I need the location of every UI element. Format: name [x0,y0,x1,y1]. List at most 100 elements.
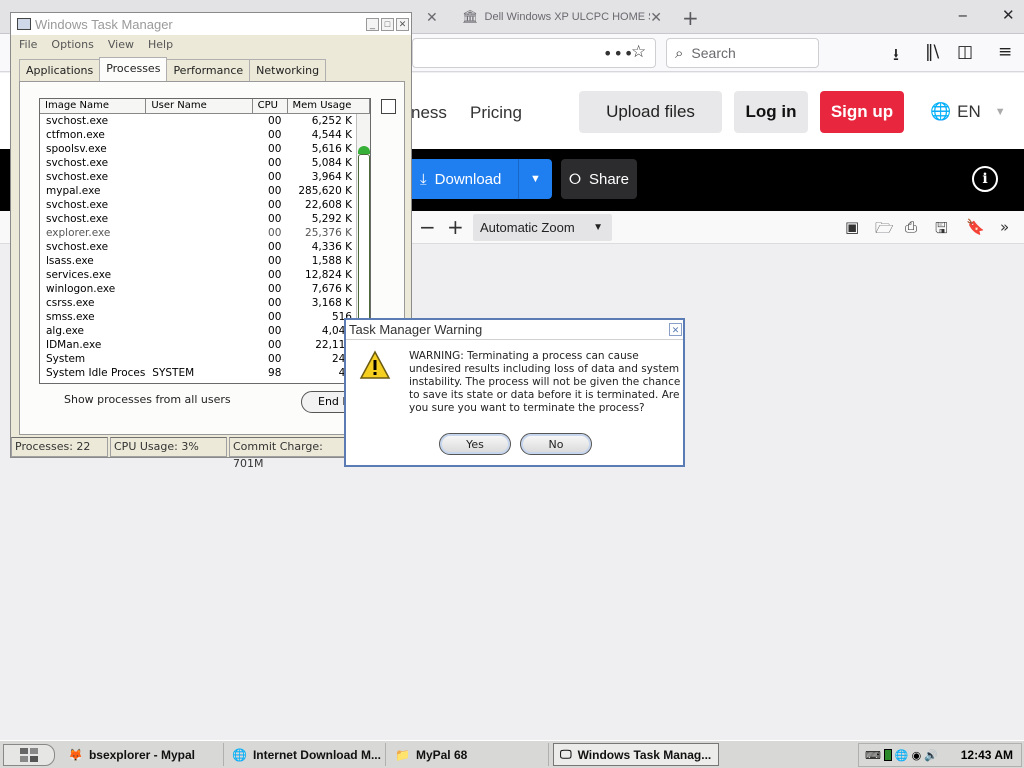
taskbar-item-idm[interactable]: 🌐 Internet Download M... [226,743,386,766]
status-cpu-usage: CPU Usage: 3% [110,437,227,457]
sidebar-icon[interactable]: ◫ [957,42,973,62]
column-image-name[interactable]: Image Name [40,99,147,113]
network-icon[interactable]: 🌐 [895,749,909,762]
process-row[interactable]: explorer.exe 00 25,376 K [40,226,370,240]
chevron-down-icon: ▼ [994,106,1006,118]
minimize-icon[interactable]: _ [366,17,379,31]
scrollbar-thumb[interactable] [358,154,370,330]
maximize-icon[interactable]: □ [381,17,394,31]
presentation-mode-icon[interactable]: ▣ [845,218,859,236]
search-icon: ⌕ [675,44,684,62]
process-row[interactable]: spoolsv.exe 00 5,616 K [40,142,370,156]
start-button[interactable] [3,744,55,766]
close-tab-icon[interactable]: ✕ [426,9,438,26]
close-icon[interactable]: ✕ [669,323,682,336]
process-row[interactable]: System 00 240 [40,352,370,366]
dialog-titlebar[interactable]: Task Manager Warning ✕ [346,320,683,340]
status-processes: Processes: 22 [11,437,108,457]
taskbar-item-folder[interactable]: 📁 MyPal 68 [389,743,549,766]
nav-link-pricing[interactable]: Pricing [470,103,522,123]
downloads-icon[interactable]: ⭳ [893,42,899,71]
globe-icon: 🌐 [930,102,952,121]
process-row[interactable]: csrss.exe 00 3,168 K [40,296,370,310]
process-row[interactable]: ctfmon.exe 00 4,544 K [40,128,370,142]
more-tools-icon[interactable]: » [1000,218,1009,236]
browser-tab-close-prev[interactable]: ✕ [418,2,442,32]
process-user [146,212,252,226]
menu-help[interactable]: Help [148,38,173,51]
download-options-chevron-icon[interactable]: ▼ [518,159,552,199]
process-row[interactable]: System Idle ProcessSYSTEM9840 [40,366,370,380]
process-row[interactable]: svchost.exe 00 22,608 K [40,198,370,212]
language-selector[interactable]: 🌐 EN ▼ [930,102,1006,122]
column-select-box[interactable] [381,99,396,114]
close-tab-icon[interactable]: ✕ [650,9,662,26]
process-row[interactable]: mypal.exe 00 285,620 K [40,184,370,198]
close-icon[interactable]: ✕ [396,17,409,31]
zoom-in-button[interactable]: + [447,215,464,239]
page-actions-icon[interactable]: ••• [603,44,634,63]
process-list-header: Image Name User Name CPU Mem Usage [40,99,370,114]
menu-file[interactable]: File [19,38,37,51]
minimize-icon[interactable]: ‒ [958,6,968,24]
search-input[interactable]: ⌕ Search [666,38,819,68]
process-row[interactable]: lsass.exe 00 1,588 K [40,254,370,268]
bookmark-icon[interactable]: 🔖 [966,218,985,236]
tab-processes[interactable]: Processes [99,57,168,81]
menu-icon[interactable]: ≡ [998,42,1012,62]
login-button[interactable]: Log in [734,91,808,133]
process-row[interactable]: svchost.exe 00 3,964 K [40,170,370,184]
process-row[interactable]: svchost.exe 00 5,084 K [40,156,370,170]
new-tab-button[interactable]: + [682,6,699,30]
column-cpu[interactable]: CPU [253,99,288,113]
process-row[interactable]: svchost.exe 00 4,336 K [40,240,370,254]
process-row[interactable]: svchost.exe 00 6,252 K [40,114,370,128]
column-user-name[interactable]: User Name [146,99,253,113]
process-row[interactable]: smss.exe 00 516 [40,310,370,324]
tab-applications[interactable]: Applications [19,59,101,81]
mypal-icon: 🦊 [68,747,83,762]
yes-button[interactable]: Yes [439,433,511,455]
tab-performance[interactable]: Performance [166,59,251,81]
close-window-icon[interactable]: ✕ [1002,6,1015,24]
nav-link-business[interactable]: ness [411,103,447,123]
library-icon[interactable]: ‖\ [925,42,939,62]
show-all-users-label[interactable]: Show processes from all users [64,393,231,406]
task-manager-titlebar[interactable]: Windows Task Manager _ □ ✕ [11,13,411,35]
process-row[interactable]: winlogon.exe 00 7,676 K [40,282,370,296]
volume-icon[interactable]: 🔊 [924,749,938,762]
url-bar[interactable]: ••• ☆ [412,38,656,68]
idm-tray-icon[interactable]: ◉ [912,749,922,762]
process-row[interactable]: alg.exe 00 4,044 [40,324,370,338]
save-icon[interactable]: 🖫 [935,218,948,243]
column-mem-usage[interactable]: Mem Usage [288,99,370,113]
download-button[interactable]: ⤓ Download ▼ [408,159,552,199]
process-name: lsass.exe [46,255,94,267]
no-button[interactable]: No [520,433,592,455]
process-row[interactable]: IDMan.exe 00 22,116 [40,338,370,352]
process-cpu: 00 [268,241,282,253]
clock[interactable]: 12:43 AM [961,748,1013,762]
tab-networking[interactable]: Networking [249,59,327,81]
zoom-select[interactable]: Automatic Zoom ▼ [473,214,612,241]
tab-label: Dell Windows XP ULCPC HOME S [484,11,651,23]
process-list[interactable]: Image Name User Name CPU Mem Usage svcho… [39,98,371,384]
process-row[interactable]: svchost.exe 00 5,292 K [40,212,370,226]
browser-tab[interactable]: 🏛 Dell Windows XP ULCPC HOME S ✕ [454,2,670,32]
bookmark-star-icon[interactable]: ☆ [631,42,646,62]
process-name: smss.exe [46,311,95,323]
taskbar-item-task-manager[interactable]: 🖵 Windows Task Manag... [553,743,719,766]
cpu-meter-icon[interactable] [883,749,892,761]
menu-view[interactable]: View [108,38,134,51]
process-row[interactable]: services.exe 00 12,824 K [40,268,370,282]
share-button[interactable]: ⭘ Share [561,159,637,199]
menu-options[interactable]: Options [51,38,93,51]
keyboard-icon[interactable]: ⌨ [865,749,881,762]
signup-button[interactable]: Sign up [820,91,904,133]
info-icon[interactable]: i [972,166,998,192]
upload-files-button[interactable]: Upload files [579,91,722,133]
print-icon[interactable]: ⎙ [905,218,917,236]
zoom-out-button[interactable]: − [419,215,436,239]
open-file-icon[interactable]: 🗁 [875,218,894,243]
taskbar-item-mypal[interactable]: 🦊 bsexplorer - Mypal [62,743,224,766]
